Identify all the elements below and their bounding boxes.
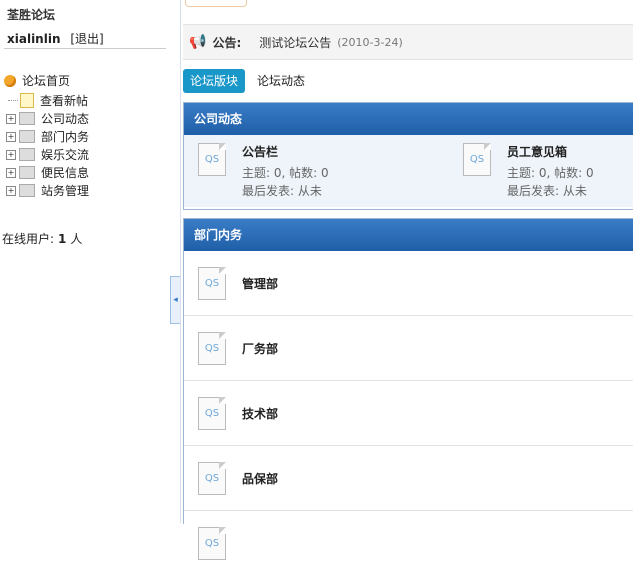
username: xialinlin: [7, 32, 61, 46]
section-body: QS 公告栏 主题: 0, 帖数: 0 最后发表: 从未 QS 员工意见箱 主题…: [184, 135, 633, 207]
speaker-icon: 📢: [189, 34, 207, 50]
tree-item-label: 部门内务: [41, 130, 90, 144]
forum-title: 荃胜论坛: [7, 8, 56, 22]
page-icon: [20, 93, 34, 108]
sidebar: 荃胜论坛 xialinlin [退出] 论坛首页 查看新帖 + 公司动态 + 部…: [0, 0, 170, 523]
forum-row: QS: [184, 511, 633, 575]
forum-last-post: 最后发表: 从未: [242, 184, 322, 198]
notice-label: 公告:: [212, 35, 242, 50]
expand-plus-icon[interactable]: +: [6, 185, 16, 196]
forum-last-post: 最后发表: 从未: [507, 184, 587, 198]
home-heart-icon: [4, 74, 16, 87]
tab-forum-boards[interactable]: 论坛版块: [183, 69, 246, 93]
forum-name[interactable]: 厂务部: [242, 340, 278, 357]
forum-icon[interactable]: QS: [463, 143, 491, 176]
notice-bar: 📢 公告: 测试论坛公告 (2010-3-24): [183, 24, 633, 60]
tree-item-label: 公司动态: [41, 112, 90, 126]
section-company: 公司动态 QS 公告栏 主题: 0, 帖数: 0 最后发表: 从未 QS 员工意…: [183, 102, 633, 210]
forum-name[interactable]: 员工意见箱: [507, 143, 594, 160]
forum-icon[interactable]: QS: [198, 396, 226, 430]
notice-link[interactable]: 测试论坛公告: [259, 34, 331, 51]
folder-icon: [19, 166, 35, 179]
forum-name[interactable]: 管理部: [242, 275, 278, 292]
tree-item-label: 娱乐交流: [41, 148, 90, 162]
section-title[interactable]: 部门内务: [184, 219, 633, 251]
tree-connector: [8, 100, 18, 101]
tree-item-admin[interactable]: + 站务管理: [6, 182, 89, 199]
folder-icon: [19, 148, 35, 161]
forum-stats: 主题: 0, 帖数: 0: [507, 166, 594, 180]
top-tab-edge: [185, 0, 247, 7]
sidebar-collapse-handle[interactable]: ◂: [170, 276, 180, 324]
forum-icon[interactable]: QS: [198, 526, 226, 560]
online-label: 在线用户:: [2, 232, 55, 246]
forum-name[interactable]: 公告栏: [242, 143, 329, 160]
forum-row: QS 管理部: [184, 251, 633, 316]
expand-plus-icon[interactable]: +: [6, 113, 16, 124]
tree-item-department[interactable]: + 部门内务: [6, 128, 89, 145]
user-bar: xialinlin [退出]: [7, 30, 104, 47]
tree-item-convenience[interactable]: + 便民信息: [6, 164, 89, 181]
sidebar-divider: [4, 48, 166, 49]
section-department: 部门内务 QS 管理部 QS 厂务部 QS 技术部 QS 品保部 QS: [183, 218, 633, 560]
online-users: 在线用户: 1 人: [2, 230, 82, 247]
logout-link[interactable]: [退出]: [70, 32, 103, 46]
forum-name[interactable]: 品保部: [242, 470, 278, 487]
tree-item-company[interactable]: + 公司动态: [6, 110, 89, 127]
section-title[interactable]: 公司动态: [184, 103, 633, 135]
folder-icon: [19, 112, 35, 125]
tab-forum-activity[interactable]: 论坛动态: [257, 69, 305, 93]
main-content: 📢 公告: 测试论坛公告 (2010-3-24) 论坛版块 论坛动态 公司动态 …: [183, 0, 633, 560]
tree-root-label: 论坛首页: [22, 74, 71, 88]
folder-icon: [19, 130, 35, 143]
expand-plus-icon[interactable]: +: [6, 149, 16, 160]
forum-row: QS 厂务部: [184, 316, 633, 381]
tree-item-entertainment[interactable]: + 娱乐交流: [6, 146, 89, 163]
expand-plus-icon[interactable]: +: [6, 131, 16, 142]
forum-cell: QS 公告栏 主题: 0, 帖数: 0 最后发表: 从未: [198, 143, 329, 200]
folder-icon: [19, 184, 35, 197]
forum-icon[interactable]: QS: [198, 461, 226, 495]
forum-row: QS 技术部: [184, 381, 633, 446]
forum-icon[interactable]: QS: [198, 266, 226, 300]
expand-plus-icon[interactable]: +: [6, 167, 16, 178]
forum-stats: 主题: 0, 帖数: 0: [242, 166, 329, 180]
frame-divider: [180, 0, 181, 523]
tree-item-new-posts[interactable]: 查看新帖: [8, 92, 88, 109]
tree-item-label: 站务管理: [41, 184, 90, 198]
online-unit: 人: [70, 232, 83, 246]
tree-item-label: 查看新帖: [40, 94, 89, 108]
forum-icon[interactable]: QS: [198, 331, 226, 365]
forum-row: QS 品保部: [184, 446, 633, 511]
forum-cell: QS 员工意见箱 主题: 0, 帖数: 0 最后发表: 从未: [463, 143, 594, 200]
tree-root-home[interactable]: 论坛首页: [4, 72, 70, 89]
forum-name[interactable]: 技术部: [242, 405, 278, 422]
notice-date: (2010-3-24): [337, 35, 403, 49]
online-count: 1: [58, 232, 67, 246]
forum-icon[interactable]: QS: [198, 143, 226, 176]
tree-item-label: 便民信息: [41, 166, 90, 180]
